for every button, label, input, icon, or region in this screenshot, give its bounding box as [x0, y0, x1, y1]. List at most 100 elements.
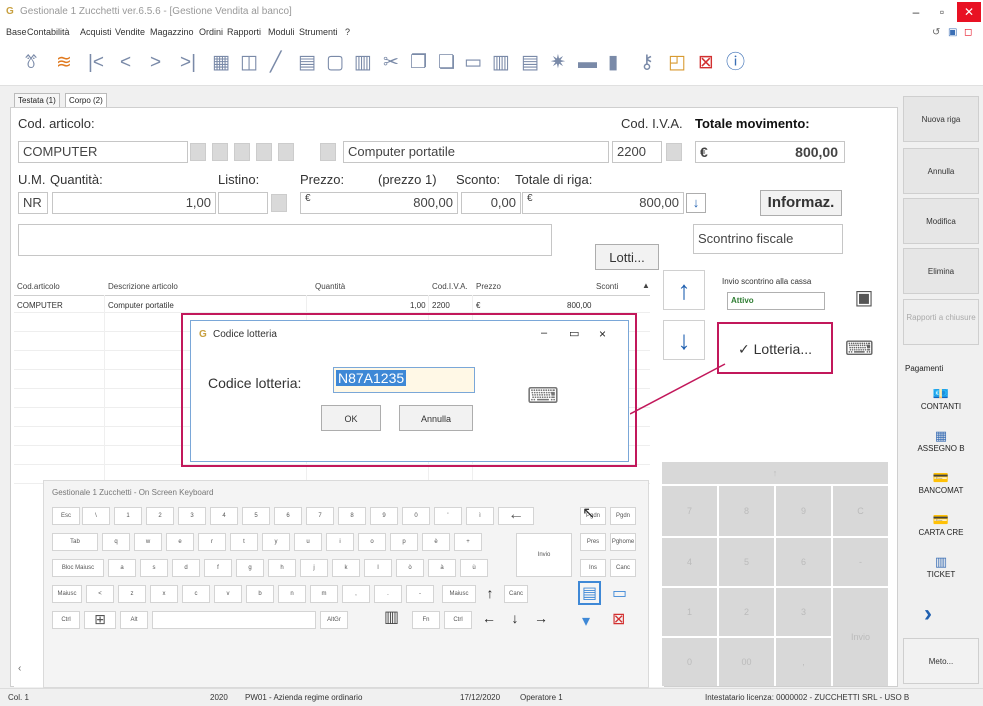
annulla-dialog-button[interactable]: Annulla	[399, 405, 473, 431]
document-icon[interactable]: ◫	[240, 52, 258, 74]
menu-base[interactable]: Base	[6, 27, 27, 37]
grid-header-descrizione[interactable]: Descrizione articolo	[108, 282, 178, 291]
key-r3-11[interactable]: à	[428, 559, 456, 577]
article-ext-button[interactable]	[320, 143, 336, 161]
calculator-icon[interactable]: ▥	[354, 52, 372, 74]
grid-header-sconti[interactable]: Sconti	[596, 282, 618, 291]
close-child-icon[interactable]: ◻	[964, 27, 972, 38]
key-r1-6[interactable]: 5	[242, 507, 270, 525]
search-article-button[interactable]	[190, 143, 206, 161]
phone-key-icon[interactable]: ▥	[384, 607, 399, 627]
article-code-button[interactable]	[278, 143, 294, 161]
key-r3-5[interactable]: g	[236, 559, 264, 577]
key-r5-5[interactable]: Ctrl	[444, 611, 472, 629]
numpad-8[interactable]: 8	[719, 486, 774, 536]
menu-vendite[interactable]: Vendite	[115, 27, 145, 37]
key-r3-3[interactable]: d	[172, 559, 200, 577]
descrizione-input[interactable]: Computer portatile	[343, 141, 609, 163]
bar-chart-icon[interactable]: ▮	[608, 52, 618, 74]
minimize-button[interactable]: –	[904, 2, 928, 22]
wifi-icon[interactable]: ≋	[56, 52, 72, 74]
menu-ordini[interactable]: Ordini	[199, 27, 223, 37]
key-r4-6[interactable]: b	[246, 585, 274, 603]
table-columns-icon[interactable]: ▥	[492, 52, 510, 74]
numpad-comma[interactable]: ,	[776, 638, 831, 686]
gear-icon[interactable]: ✷	[550, 52, 566, 74]
key-right-4[interactable]: Ins	[580, 559, 606, 577]
key-r4-10[interactable]: .	[374, 585, 402, 603]
key-r5-0[interactable]: Ctrl	[52, 611, 80, 629]
monitor-key-icon[interactable]: ▭	[612, 583, 627, 603]
grid-header-cod[interactable]: Cod.articolo	[17, 282, 60, 291]
key-r1-4[interactable]: 3	[178, 507, 206, 525]
tab-testata[interactable]: Testata (1)	[14, 93, 60, 107]
rapporti-chiusure-button[interactable]: Rapporti a chiusure	[903, 299, 979, 345]
spacebar-key[interactable]	[152, 611, 316, 629]
scroll-left-icon[interactable]: ‹	[18, 663, 21, 674]
quantita-input[interactable]: 1,00	[52, 192, 216, 214]
key-r3-4[interactable]: f	[204, 559, 232, 577]
tab-corpo[interactable]: Corpo (2)	[65, 93, 107, 107]
key-r2-8[interactable]: i	[326, 533, 354, 551]
edit-article-button[interactable]	[234, 143, 250, 161]
key-r5-6[interactable]: ←	[478, 611, 500, 629]
key-r4-3[interactable]: x	[150, 585, 178, 603]
calculator-key-icon[interactable]: ▤	[578, 581, 602, 605]
table-icon[interactable]: ▭	[464, 52, 482, 74]
key-r1-7[interactable]: 6	[274, 507, 302, 525]
key-r5-7[interactable]: ↓	[504, 611, 526, 629]
numpad-2[interactable]: 2	[719, 588, 774, 636]
close-button[interactable]: ✕	[957, 2, 981, 22]
key-right-2[interactable]: Pres	[580, 533, 606, 551]
key-r4-12[interactable]: Maiusc	[442, 585, 476, 603]
numpad-1[interactable]: 1	[662, 588, 717, 636]
key-r2-10[interactable]: p	[390, 533, 418, 551]
um-input[interactable]: NR	[18, 192, 48, 214]
delete-icon[interactable]: ⊠	[698, 52, 714, 74]
cod-iva-input[interactable]: 2200	[612, 141, 662, 163]
numpad-4[interactable]: 4	[662, 538, 717, 586]
key-r2-9[interactable]: o	[358, 533, 386, 551]
more-payments-icon[interactable]: ›	[924, 600, 932, 628]
dialog-minimize-button[interactable]: –	[541, 327, 547, 339]
row-up-button[interactable]: ↑	[663, 270, 705, 310]
article-info-button[interactable]	[256, 143, 272, 161]
dropdown-key-icon[interactable]: ▾	[582, 611, 590, 631]
nuova-riga-button[interactable]: Nuova riga	[903, 96, 979, 142]
menu-help[interactable]: ?	[345, 27, 350, 37]
key-r2-3[interactable]: e	[166, 533, 194, 551]
elimina-button[interactable]: Elimina	[903, 248, 979, 294]
key-r2-12[interactable]: +	[454, 533, 482, 551]
key-r2-2[interactable]: w	[134, 533, 162, 551]
key-r5-2[interactable]: Alt	[120, 611, 148, 629]
dialog-keyboard-icon[interactable]: ⌨	[527, 383, 559, 409]
lotteria-button[interactable]: ✓ Lotteria...	[717, 322, 833, 374]
key-r4-9[interactable]: ,	[342, 585, 370, 603]
menu-acquisti[interactable]: Acquisti	[80, 27, 112, 37]
numpad-5[interactable]: 5	[719, 538, 774, 586]
numpad-6[interactable]: 6	[776, 538, 831, 586]
key-right-3[interactable]: Pghome	[610, 533, 636, 551]
grid-header-iva[interactable]: Cod.I.V.A.	[432, 282, 468, 291]
key-r1-13[interactable]: ì	[466, 507, 494, 525]
menu-strumenti[interactable]: Strumenti	[299, 27, 338, 37]
cod-articolo-input[interactable]: COMPUTER	[18, 141, 188, 163]
restore-icon[interactable]: ▣	[948, 27, 957, 38]
numpad-7[interactable]: 7	[662, 486, 717, 536]
key-r3-2[interactable]: s	[140, 559, 168, 577]
iva-search-button[interactable]	[666, 143, 682, 161]
key-r3-7[interactable]: j	[300, 559, 328, 577]
key-r4-7[interactable]: n	[278, 585, 306, 603]
paste-icon[interactable]: ❏	[438, 52, 455, 74]
key-r4-8[interactable]: m	[310, 585, 338, 603]
refresh-icon[interactable]: ↺	[932, 27, 940, 38]
pay-contanti-button[interactable]: 💶 CONTANTI	[906, 386, 976, 411]
informaz-button[interactable]: Informaz.	[760, 190, 842, 216]
meto-button[interactable]: Meto...	[903, 638, 979, 684]
key-r3-12[interactable]: ù	[460, 559, 488, 577]
arrow-down-small-button[interactable]: ↓	[686, 193, 706, 213]
key-r4-0[interactable]: Maiusc	[52, 585, 82, 603]
menu-moduli[interactable]: Moduli	[268, 27, 295, 37]
key-r4-14[interactable]: Canc	[504, 585, 528, 603]
numpad-minus[interactable]: -	[833, 538, 888, 586]
